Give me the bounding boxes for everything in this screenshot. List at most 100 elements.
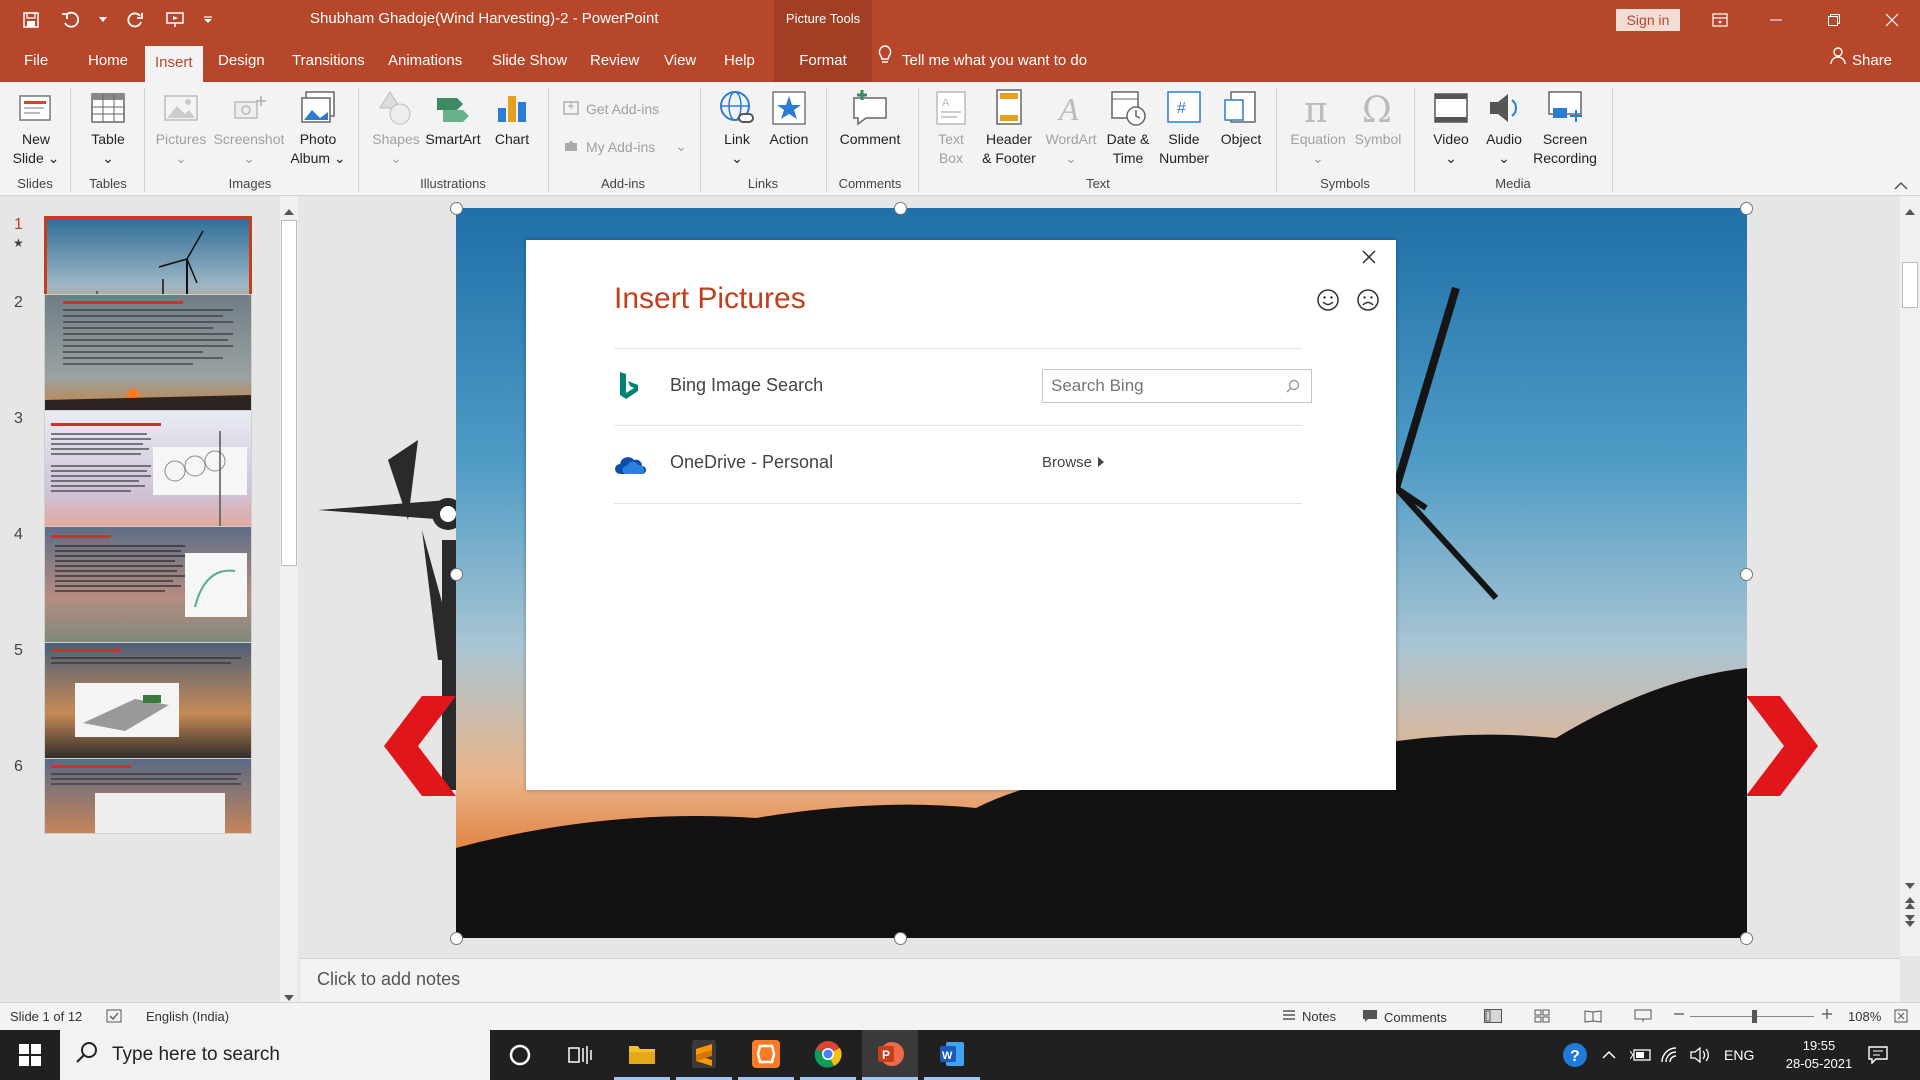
symbol-button[interactable]: Ω Symbol [1350,88,1406,149]
scroll-up-arrow-icon[interactable] [284,202,294,219]
file-explorer-icon[interactable] [614,1030,670,1080]
text-box-button[interactable]: A Text Box [928,88,974,168]
share-button[interactable]: Share [1830,40,1892,82]
tab-design[interactable]: Design [208,40,275,82]
powerpoint-taskbar-icon[interactable]: P [862,1030,918,1080]
action-button[interactable]: Action [764,88,814,149]
word-taskbar-icon[interactable]: W [924,1030,980,1080]
wifi-icon[interactable] [1660,1030,1680,1080]
slide-thumbnail-3[interactable] [44,410,252,527]
smile-feedback-icon[interactable] [1316,288,1340,316]
close-window-icon[interactable] [1864,0,1920,40]
zoom-in-icon[interactable] [1822,1009,1832,1019]
object-button[interactable]: Object [1214,88,1268,149]
resize-handle-bottom-left[interactable] [450,932,463,945]
language-status[interactable]: English (India) [146,1009,229,1024]
tab-slide-show[interactable]: Slide Show [482,40,577,82]
start-from-beginning-icon[interactable] [162,7,188,33]
video-button[interactable]: Video ⌄ [1424,88,1478,168]
tab-insert[interactable]: Insert [145,46,203,82]
sign-in-button[interactable]: Sign in [1616,9,1680,31]
ribbon-display-options-icon[interactable] [1692,0,1748,40]
my-addins-button[interactable]: My Add-ins ⌄ [562,136,687,157]
slide-scroll-up-icon[interactable] [1905,202,1915,219]
pictures-button[interactable]: Pictures ⌄ [154,88,208,168]
slide-show-view-icon[interactable] [1634,1009,1652,1023]
fit-slide-icon[interactable] [1894,1009,1908,1023]
slide-scroll-down-icon[interactable] [1905,876,1915,893]
slide-thumbnail-6[interactable] [44,758,252,834]
slide-scrollbar[interactable] [1900,196,1920,956]
slide-number-button[interactable]: # Slide Number [1158,88,1210,168]
battery-icon[interactable] [1630,1030,1652,1080]
get-addins-button[interactable]: Get Add-ins [562,98,659,119]
help-tray-icon[interactable]: ? [1562,1030,1588,1080]
screen-recording-button[interactable]: Screen Recording [1528,88,1602,168]
header-footer-button[interactable]: Header & Footer [976,88,1042,168]
comment-button[interactable]: Comment [834,88,906,149]
minimize-icon[interactable] [1748,0,1804,40]
reading-view-icon[interactable] [1584,1009,1602,1023]
chart-button[interactable]: Chart [488,88,536,149]
show-hidden-icons-icon[interactable] [1602,1030,1616,1080]
tab-help[interactable]: Help [714,40,765,82]
restore-icon[interactable] [1806,0,1862,40]
tab-view[interactable]: View [654,40,706,82]
slide-thumbnail-5[interactable] [44,642,252,759]
input-language[interactable]: ENG [1724,1030,1754,1080]
slide-thumbnail-2[interactable] [44,294,252,411]
table-button[interactable]: Table ⌄ [84,88,132,168]
notes-toggle[interactable]: Notes [1282,1009,1336,1024]
equation-button[interactable]: π Equation ⌄ [1284,88,1352,168]
date-time-button[interactable]: Date & Time [1098,88,1158,168]
normal-view-icon[interactable] [1484,1009,1502,1023]
tab-review[interactable]: Review [580,40,649,82]
notes-pane[interactable]: Click to add notes [300,958,1900,1002]
xampp-icon[interactable] [738,1030,794,1080]
thumbnail-scrollbar[interactable] [280,196,298,1002]
frown-feedback-icon[interactable] [1356,288,1380,316]
notifications-icon[interactable] [1868,1030,1888,1080]
search-icon[interactable] [1286,379,1300,397]
next-slide-icon[interactable] [1905,914,1915,931]
next-arrow-graphic[interactable] [1746,696,1818,796]
previous-slide-icon[interactable] [1905,896,1915,913]
resize-handle-bottom[interactable] [894,932,907,945]
zoom-out-icon[interactable] [1674,1009,1684,1019]
tab-file[interactable]: File [14,40,58,82]
undo-icon[interactable] [58,7,84,33]
new-slide-button[interactable]: New Slide ⌄ [10,88,62,168]
chrome-icon[interactable] [800,1030,856,1080]
resize-handle-bottom-right[interactable] [1740,932,1753,945]
close-dialog-icon[interactable] [1362,250,1376,268]
comments-toggle[interactable]: Comments [1362,1009,1447,1026]
tell-me-box[interactable]: Tell me what you want to do [878,40,1087,82]
undo-dropdown-icon[interactable] [98,7,108,33]
zoom-level[interactable]: 108% [1848,1009,1881,1024]
resize-handle-top[interactable] [894,202,907,215]
smartart-button[interactable]: SmartArt [422,88,484,149]
audio-button[interactable]: Audio ⌄ [1478,88,1530,168]
repeat-icon[interactable] [122,7,148,33]
windows-start-icon[interactable] [2,1030,58,1080]
cortana-icon[interactable] [492,1030,548,1080]
screenshot-button[interactable]: Screenshot ⌄ [212,88,286,168]
save-icon[interactable] [18,7,44,33]
resize-handle-top-left[interactable] [450,202,463,215]
wordart-button[interactable]: A WordArt ⌄ [1044,88,1098,168]
zoom-slider-thumb[interactable] [1752,1010,1757,1023]
slide-sorter-icon[interactable] [1534,1009,1550,1023]
collapse-ribbon-icon[interactable] [1894,178,1908,195]
tab-format[interactable]: Format [774,40,872,82]
tab-home[interactable]: Home [78,40,138,82]
tab-transitions[interactable]: Transitions [282,40,375,82]
resize-handle-top-right[interactable] [1740,202,1753,215]
clock[interactable]: 19:55 28-05-2021 [1780,1030,1858,1080]
volume-icon[interactable] [1690,1030,1712,1080]
thumbnail-scroll-thumb[interactable] [281,220,297,566]
bing-search-input[interactable] [1042,369,1312,403]
shapes-button[interactable]: Shapes ⌄ [368,88,424,168]
resize-handle-right[interactable] [1740,568,1753,581]
link-button[interactable]: Link ⌄ [712,88,762,168]
spell-check-icon[interactable] [106,1009,122,1023]
